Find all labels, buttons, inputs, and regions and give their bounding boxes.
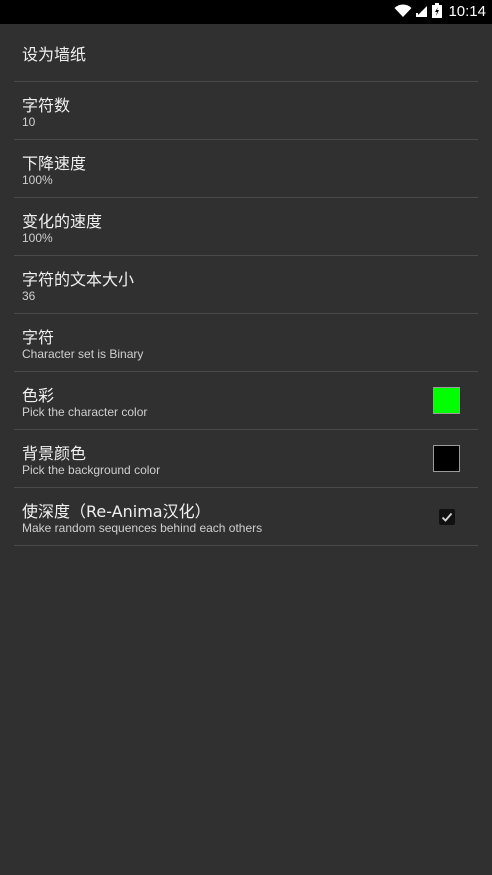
pref-character-color[interactable]: 色彩 Pick the character color (14, 372, 478, 430)
background-color-swatch[interactable] (433, 445, 460, 472)
depth-checkbox[interactable] (439, 509, 455, 525)
pref-summary: 36 (22, 289, 36, 303)
pref-summary: Pick the character color (22, 405, 148, 419)
pref-summary: 100% (22, 173, 53, 187)
pref-depth[interactable]: 使深度（Re-Anima汉化） Make random sequences be… (14, 488, 478, 546)
pref-summary: Pick the background color (22, 463, 161, 477)
pref-summary: Make random sequences behind each others (22, 521, 263, 535)
pref-summary: Character set is Binary (22, 347, 144, 361)
preference-list: 设为墙纸 字符数 10 下降速度 100% 变化的速度 100% 字符的文本大小… (14, 24, 478, 546)
status-time: 10:14 (448, 3, 486, 20)
pref-title: 背景颜色 (22, 444, 87, 463)
pref-fall-speed[interactable]: 下降速度 100% (14, 140, 478, 198)
pref-character-count[interactable]: 字符数 10 (14, 82, 478, 140)
pref-title: 变化的速度 (22, 212, 103, 231)
pref-summary: 100% (22, 231, 53, 245)
pref-summary: 10 (22, 115, 36, 129)
pref-title: 字符的文本大小 (22, 270, 135, 289)
pref-title: 字符数 (22, 96, 71, 115)
pref-background-color[interactable]: 背景颜色 Pick the background color (14, 430, 478, 488)
pref-set-wallpaper[interactable]: 设为墙纸 (14, 24, 478, 82)
pref-title: 下降速度 (22, 154, 87, 173)
pref-text-size[interactable]: 字符的文本大小 36 (14, 256, 478, 314)
pref-title: 字符 (22, 328, 55, 347)
signal-icon (416, 3, 428, 22)
settings-screen: 设为墙纸 字符数 10 下降速度 100% 变化的速度 100% 字符的文本大小… (0, 24, 492, 875)
pref-title: 色彩 (22, 386, 55, 405)
checkmark-icon (441, 512, 453, 522)
pref-title: 设为墙纸 (22, 45, 87, 64)
status-icons: 10:14 (394, 0, 486, 24)
status-bar: 10:14 (0, 0, 492, 24)
wifi-icon (394, 3, 412, 22)
pref-change-speed[interactable]: 变化的速度 100% (14, 198, 478, 256)
pref-title: 使深度（Re-Anima汉化） (22, 502, 211, 521)
pref-character-set[interactable]: 字符 Character set is Binary (14, 314, 478, 372)
battery-icon (432, 2, 443, 22)
character-color-swatch[interactable] (433, 387, 460, 414)
